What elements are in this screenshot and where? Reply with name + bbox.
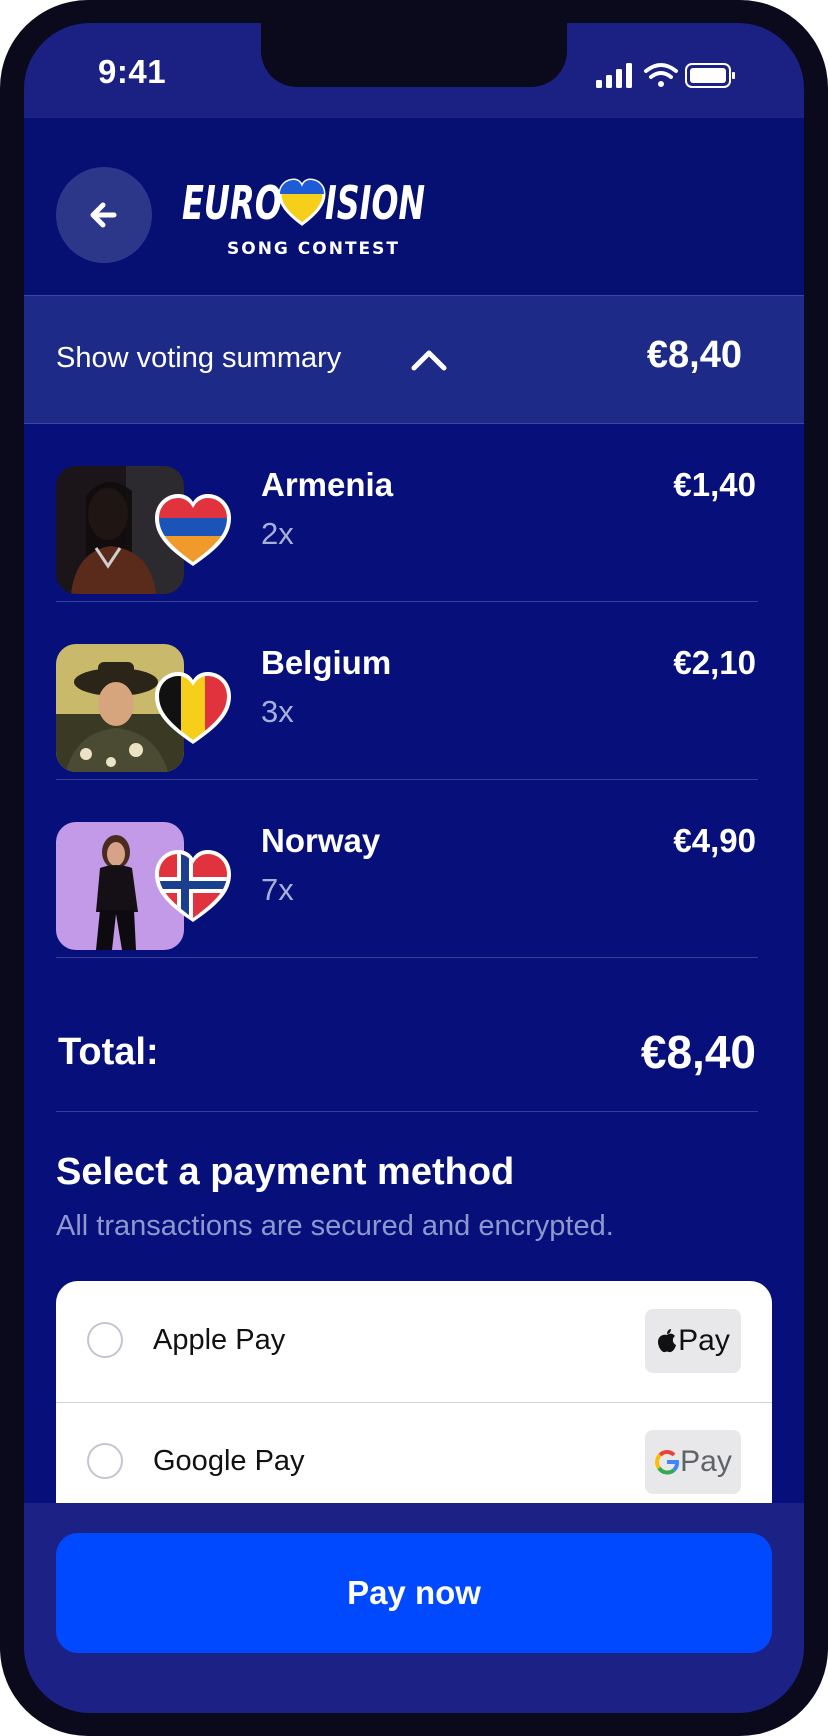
phone-frame: 9:41 EURO ISION SONG CONTEST Show voting… [0,0,828,1736]
google-pay-radio[interactable] [87,1443,123,1479]
payment-method-subtitle: All transactions are secured and encrypt… [56,1210,614,1242]
payment-methods-card: Apple Pay Pay Google Pay Pay [56,1281,772,1541]
summary-label: Show voting summary [56,342,342,374]
heart-logo-icon [278,178,326,226]
chevron-up-icon [411,350,447,371]
google-pay-badge-text: Pay [680,1445,732,1478]
notch [261,23,567,87]
summary-total: €8,40 [646,334,742,376]
status-icons [596,63,735,88]
country-name: Norway [261,822,381,859]
country-name: Armenia [261,466,394,503]
app-header: EURO ISION SONG CONTEST [24,118,804,295]
total-value: €8,40 [640,1026,756,1078]
vote-row: Norway 7x €4,90 [56,780,758,958]
voting-summary-toggle[interactable]: Show voting summary €8,40 [24,295,804,424]
vote-count: 3x [261,694,294,729]
flag-heart-belgium-icon [155,672,231,744]
pay-now-button[interactable]: Pay now [56,1533,772,1653]
flag-heart-norway-icon [155,850,231,922]
google-icon [655,1450,680,1475]
payment-option-apple-pay[interactable]: Apple Pay Pay [56,1281,772,1403]
vote-count: 7x [261,872,294,907]
footer-bar: Pay now [24,1503,804,1713]
battery-icon [685,63,735,88]
vote-price: €4,90 [673,822,756,859]
status-time: 9:41 [98,53,167,90]
total-label: Total: [58,1031,159,1073]
vote-price: €2,10 [673,644,756,681]
status-bar: 9:41 [24,23,804,118]
payment-method-title: Select a payment method [56,1151,515,1193]
signal-icon [596,63,632,88]
apple-pay-radio[interactable] [87,1322,123,1358]
apple-pay-badge-text: Pay [678,1324,730,1357]
back-button[interactable] [56,167,152,263]
payment-option-label: Google Pay [153,1445,305,1477]
eurovision-logo: EURO ISION SONG CONTEST [182,176,425,259]
wifi-icon [644,63,678,87]
vote-row: Belgium 3x €2,10 [56,602,758,780]
screen: 9:41 EURO ISION SONG CONTEST Show voting… [24,23,804,1713]
country-name: Belgium [261,644,392,681]
svg-text:EURO: EURO [182,176,282,230]
arrow-left-icon [90,202,117,228]
vote-price: €1,40 [673,466,756,503]
vote-count: 2x [261,516,294,551]
svg-text:ISION: ISION [325,176,425,230]
apple-icon [658,1329,677,1353]
vote-row: Armenia 2x €1,40 [56,424,758,602]
flag-heart-armenia-icon [155,494,231,566]
google-pay-badge: Pay [645,1430,741,1494]
total-row: Total: €8,40 [56,999,758,1112]
apple-pay-badge: Pay [645,1309,741,1373]
main-content: Armenia 2x €1,40 Belgium 3x €2,10 Norway… [24,424,804,1541]
svg-text:SONG CONTEST: SONG CONTEST [227,239,400,259]
payment-option-label: Apple Pay [153,1324,286,1356]
